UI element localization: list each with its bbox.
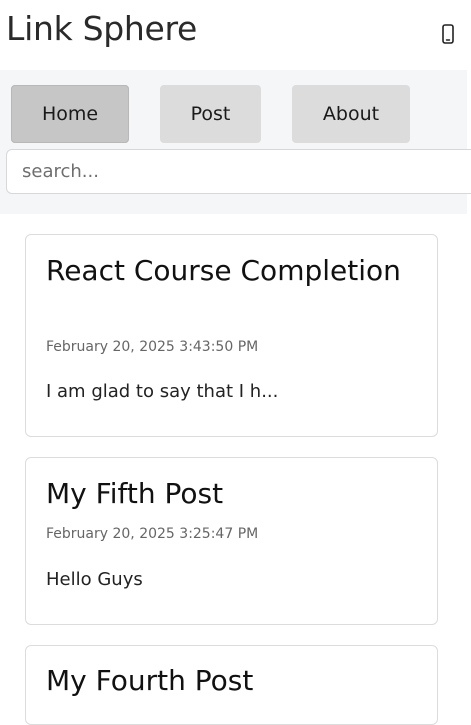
app-title: Link Sphere <box>6 9 198 48</box>
post-title: React Course Completion <box>46 254 401 287</box>
mobile-phone-icon[interactable] <box>436 20 460 48</box>
nav-post-button[interactable]: Post <box>160 85 261 143</box>
nav-home-button[interactable]: Home <box>11 85 129 143</box>
post-title: My Fourth Post <box>46 664 254 697</box>
post-excerpt: I am glad to say that I h... <box>46 381 279 402</box>
post-date: February 20, 2025 3:25:47 PM <box>46 526 259 542</box>
app-header: Link Sphere <box>0 0 471 70</box>
post-excerpt: Hello Guys <box>46 569 143 590</box>
post-date: February 20, 2025 3:43:50 PM <box>46 339 259 355</box>
post-card[interactable]: React Course Completion February 20, 202… <box>25 234 438 437</box>
main-nav: Home Post About <box>0 70 471 214</box>
search-input[interactable] <box>6 149 471 194</box>
nav-about-button[interactable]: About <box>292 85 410 143</box>
post-card[interactable]: My Fourth Post <box>25 645 438 725</box>
post-list: React Course Completion February 20, 202… <box>0 214 471 725</box>
post-card[interactable]: My Fifth Post February 20, 2025 3:25:47 … <box>25 457 438 625</box>
post-title: My Fifth Post <box>46 477 224 510</box>
